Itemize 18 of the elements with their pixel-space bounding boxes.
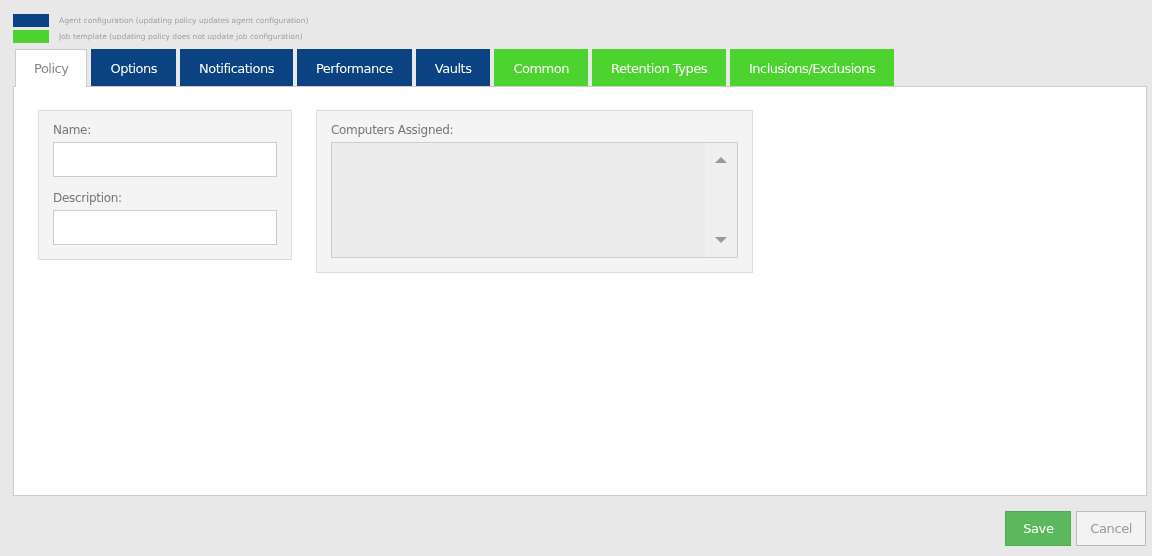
tab[interactable]: Vaults: [415, 49, 491, 86]
field-label: Description:: [53, 191, 123, 205]
scroll-up-icon[interactable]: [715, 157, 727, 163]
computers-list[interactable]: [331, 142, 738, 258]
tab[interactable]: Performance: [296, 49, 412, 86]
field-label: Name:: [53, 123, 92, 137]
cancel-button[interactable]: Cancel: [1076, 511, 1146, 546]
scroll-down-icon[interactable]: [715, 237, 727, 243]
field-label: Computers Assigned:: [331, 123, 455, 137]
tab[interactable]: Notifications: [180, 49, 293, 86]
tab[interactable]: Policy: [15, 49, 88, 87]
input-field[interactable]: [53, 142, 277, 177]
tab[interactable]: Retention Types: [592, 49, 726, 86]
tab[interactable]: Options: [91, 49, 177, 86]
tab[interactable]: Inclusions/Exclusions: [729, 49, 895, 86]
tab[interactable]: Common: [494, 49, 588, 86]
save-button[interactable]: Save: [1005, 511, 1072, 546]
input-field[interactable]: [53, 210, 277, 245]
